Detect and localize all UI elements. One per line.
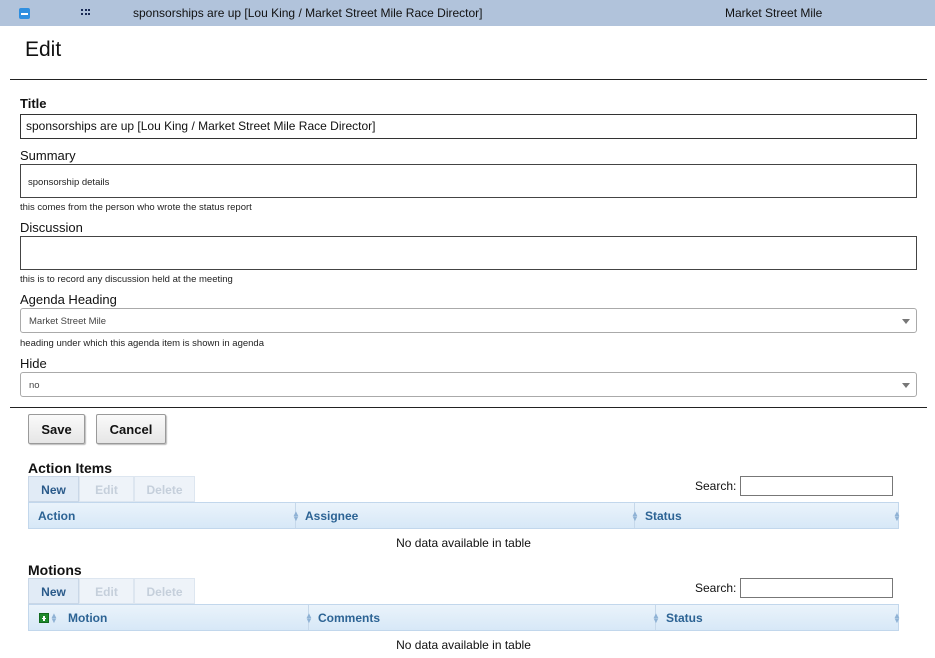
column-header-status[interactable]: Status ▲ ▼: [656, 605, 901, 630]
agenda-heading-select[interactable]: Market Street Mile: [20, 308, 917, 333]
motions-empty-message: No data available in table: [396, 638, 531, 652]
summary-label: Summary: [20, 148, 76, 163]
row-title: sponsorships are up [Lou King / Market S…: [133, 6, 483, 20]
expand-icon[interactable]: [39, 613, 49, 623]
hide-select[interactable]: no: [20, 372, 917, 397]
summary-hint: this comes from the person who wrote the…: [20, 202, 252, 213]
action-items-table-header: Action ▲ ▼ Assignee ▲ ▼ Status ▲ ▼: [28, 502, 901, 529]
action-search-input[interactable]: [740, 476, 893, 496]
divider: [10, 407, 927, 408]
column-header-action[interactable]: Action ▲ ▼: [29, 503, 300, 528]
discussion-label: Discussion: [20, 220, 83, 235]
action-search-label: Search:: [695, 479, 737, 493]
action-items-empty-message: No data available in table: [396, 536, 531, 550]
drag-handle-icon[interactable]: [81, 9, 91, 17]
action-delete-button[interactable]: Delete: [134, 476, 195, 502]
sort-icon: ▲ ▼: [50, 611, 58, 625]
motion-edit-button[interactable]: Edit: [79, 578, 134, 604]
chevron-down-icon: [902, 319, 910, 324]
motions-title: Motions: [28, 562, 82, 578]
summary-editor[interactable]: sponsorship details: [20, 164, 917, 198]
divider: [10, 79, 927, 80]
agenda-heading-hint: heading under which this agenda item is …: [20, 338, 264, 349]
sort-icon: ▲ ▼: [893, 509, 901, 523]
motion-new-button[interactable]: New: [28, 578, 79, 604]
column-header-assignee[interactable]: Assignee ▲ ▼: [296, 503, 639, 528]
collapse-icon[interactable]: [19, 8, 30, 19]
page-title: Edit: [25, 38, 62, 61]
column-header-status[interactable]: Status ▲ ▼: [635, 503, 901, 528]
discussion-hint: this is to record any discussion held at…: [20, 274, 233, 285]
sort-icon: ▲ ▼: [893, 611, 901, 625]
action-new-button[interactable]: New: [28, 476, 79, 502]
cancel-button[interactable]: Cancel: [96, 414, 166, 444]
column-header-expand[interactable]: ▲ ▼: [29, 605, 59, 630]
motion-search-label: Search:: [695, 581, 737, 595]
motion-delete-button[interactable]: Delete: [134, 578, 195, 604]
action-items-title: Action Items: [28, 460, 113, 476]
title-label: Title: [20, 96, 47, 111]
selected-row-bar[interactable]: sponsorships are up [Lou King / Market S…: [0, 0, 935, 26]
row-heading: Market Street Mile: [725, 6, 823, 20]
hide-value: no: [29, 380, 40, 391]
chevron-down-icon: [902, 383, 910, 388]
hide-label: Hide: [20, 356, 47, 371]
agenda-heading-label: Agenda Heading: [20, 292, 117, 307]
column-header-motion[interactable]: Motion ▲ ▼: [59, 605, 313, 630]
title-input[interactable]: sponsorships are up [Lou King / Market S…: [20, 114, 917, 139]
save-button[interactable]: Save: [28, 414, 85, 444]
column-header-comments[interactable]: Comments ▲ ▼: [309, 605, 660, 630]
motion-search-input[interactable]: [740, 578, 893, 598]
discussion-editor[interactable]: [20, 236, 917, 270]
agenda-heading-value: Market Street Mile: [29, 316, 107, 327]
action-edit-button[interactable]: Edit: [79, 476, 134, 502]
motions-table-header: ▲ ▼ Motion ▲ ▼ Comments ▲ ▼ Status ▲ ▼: [28, 604, 901, 631]
